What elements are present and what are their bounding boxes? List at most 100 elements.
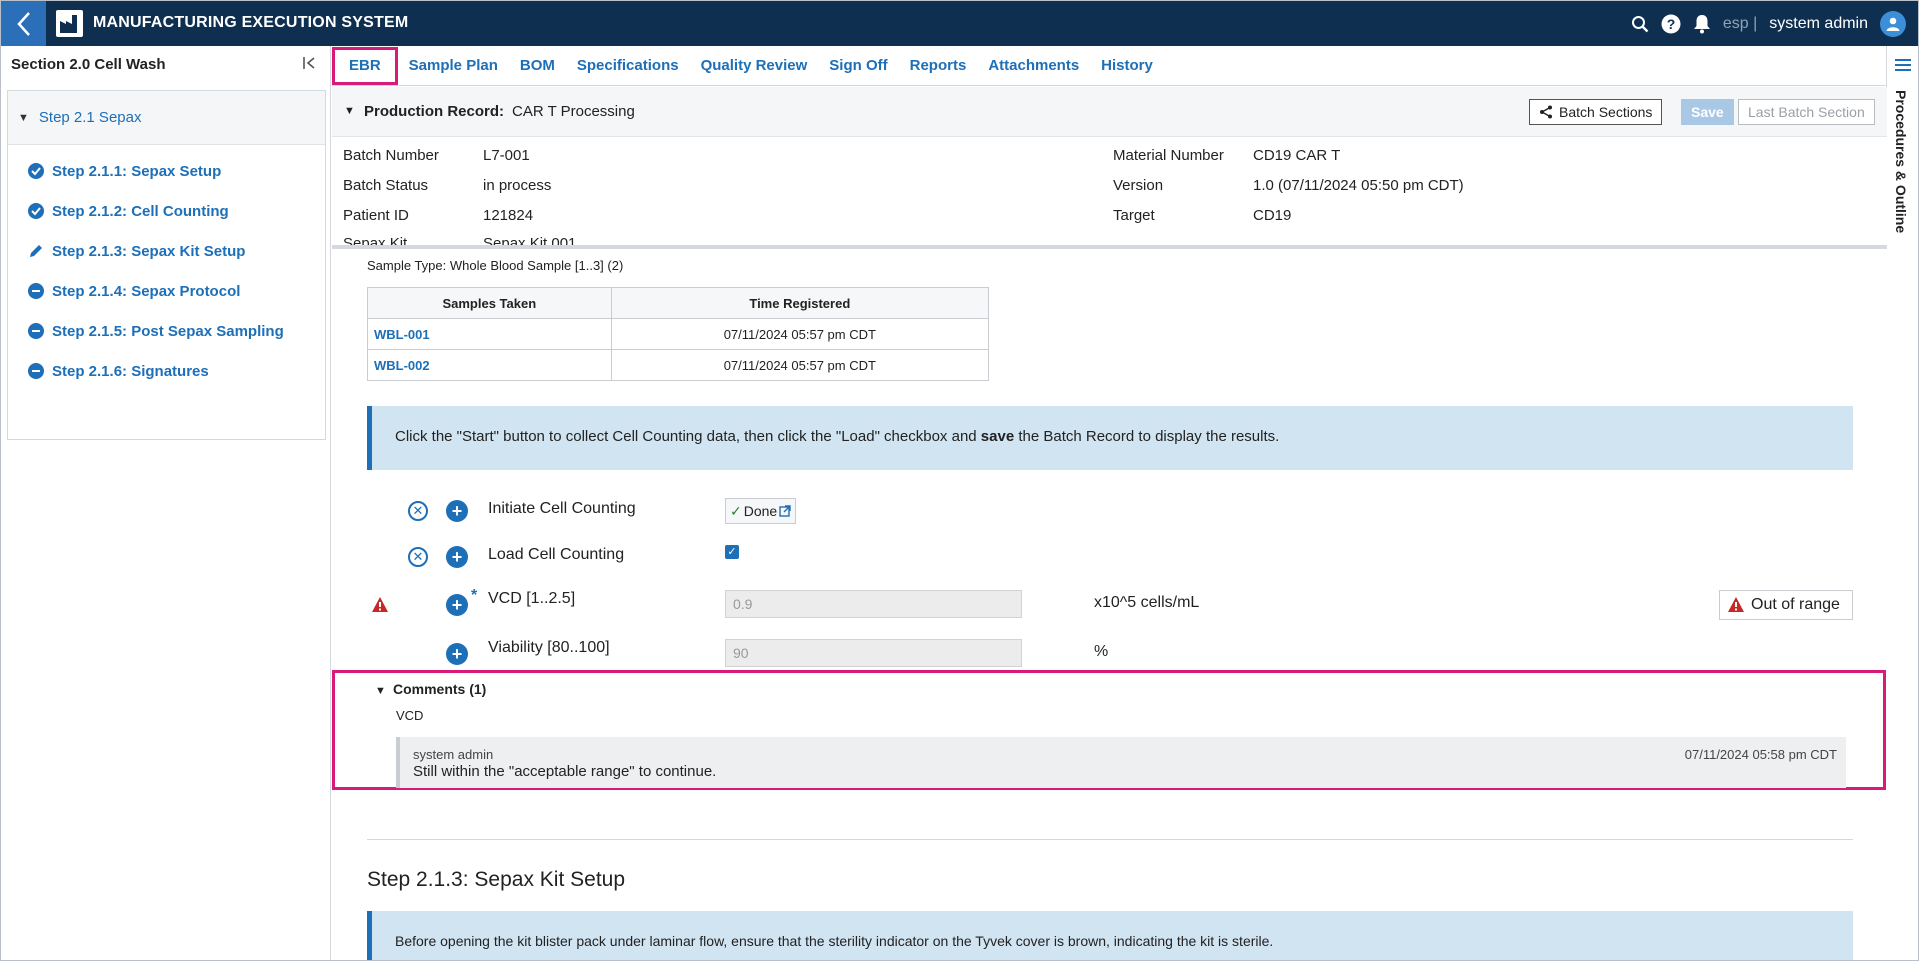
- warning-icon: [1728, 597, 1744, 612]
- collapse-left-icon: [303, 57, 315, 69]
- table-row: WBL-001 07/11/2024 05:57 pm CDT: [367, 318, 990, 350]
- environment-label: esp |: [1722, 14, 1758, 32]
- warning-icon: [372, 597, 388, 612]
- sidebar-item-label: Step 2.1.6: Signatures: [52, 362, 209, 380]
- outline-menu-icon[interactable]: [1895, 58, 1911, 72]
- add-comment-icon[interactable]: +: [446, 643, 468, 665]
- search-icon[interactable]: [1631, 15, 1649, 33]
- vcd-unit: x10^5 cells/mL: [1094, 594, 1200, 611]
- table-row: WBL-002 07/11/2024 05:57 pm CDT: [367, 349, 990, 381]
- app-title: MANUFACTURING EXECUTION SYSTEM: [93, 14, 409, 31]
- load-checkbox[interactable]: ✓: [725, 545, 739, 559]
- required-marker: *: [471, 587, 478, 604]
- tab-reports[interactable]: Reports: [899, 46, 978, 86]
- sidebar-item-step-2-1-2[interactable]: Step 2.1.2: Cell Counting: [8, 191, 325, 231]
- section-divider: [367, 839, 1853, 840]
- comments-panel: ▼ Comments (1) VCD system admin 07/11/20…: [332, 670, 1886, 790]
- batch-sections-button[interactable]: Batch Sections: [1529, 99, 1663, 125]
- main-content: ▼ Production Record: CAR T Processing Ba…: [332, 87, 1887, 960]
- field-label: Initiate Cell Counting: [488, 500, 636, 517]
- caret-down-icon[interactable]: ▼: [375, 685, 386, 697]
- check-circle-icon: [28, 203, 44, 219]
- step-tree: ▼ Step 2.1 Sepax Step 2.1.1: Sepax Setup…: [7, 90, 326, 440]
- out-of-range-label: Out of range: [1751, 596, 1840, 613]
- share-icon: [1540, 105, 1552, 119]
- minus-circle-icon: [28, 363, 44, 379]
- done-button[interactable]: ✓ Done: [725, 498, 797, 524]
- tab-ebr[interactable]: EBR: [332, 46, 398, 85]
- tab-sample-plan[interactable]: Sample Plan: [398, 46, 509, 86]
- out-of-range-button[interactable]: Out of range: [1719, 590, 1853, 620]
- notice-text: Click the "Start" button to collect Cell…: [395, 428, 981, 445]
- step-group-sepax[interactable]: ▼ Step 2.1 Sepax: [8, 91, 325, 145]
- save-button[interactable]: Save: [1681, 99, 1734, 125]
- tab-bom[interactable]: BOM: [509, 46, 566, 86]
- comment-card: system admin 07/11/2024 05:58 pm CDT Sti…: [396, 737, 1846, 788]
- sample-id-link[interactable]: WBL-002: [367, 349, 612, 381]
- batch-info-panel: Batch Number L7-001 Batch Status in proces…: [332, 137, 1887, 249]
- instruction-notice: Click the "Start" button to collect Cell…: [367, 406, 1853, 470]
- sidebar-item-label: Step 2.1.3: Sepax Kit Setup: [52, 242, 246, 260]
- svg-text:?: ?: [1667, 16, 1676, 32]
- back-button[interactable]: [1, 1, 46, 46]
- user-avatar-icon[interactable]: [1880, 10, 1906, 37]
- sample-id-link[interactable]: WBL-001: [367, 318, 612, 350]
- comment-time: 07/11/2024 05:58 pm CDT: [1684, 747, 1837, 762]
- clear-circle-icon[interactable]: ✕: [408, 501, 428, 521]
- sidebar-item-step-2-1-1[interactable]: Step 2.1.1: Sepax Setup: [8, 151, 325, 191]
- tab-sign-off[interactable]: Sign Off: [818, 46, 898, 86]
- field-load-cell-counting: ✕ + Load Cell Counting ✓: [332, 540, 1887, 580]
- tab-specifications[interactable]: Specifications: [566, 46, 690, 86]
- bell-icon[interactable]: [1693, 14, 1711, 34]
- check-icon: ✓: [730, 502, 742, 519]
- procedures-outline-label[interactable]: Procedures & Outline: [1893, 90, 1909, 233]
- viability-input[interactable]: 90: [725, 639, 1022, 667]
- tab-history[interactable]: History: [1090, 46, 1164, 86]
- sidebar-item-label: Step 2.1.2: Cell Counting: [52, 202, 229, 220]
- last-batch-section-button[interactable]: Last Batch Section: [1738, 99, 1875, 125]
- add-comment-icon[interactable]: +: [446, 500, 468, 522]
- tab-quality-review[interactable]: Quality Review: [690, 46, 819, 86]
- user-name[interactable]: system admin: [1769, 15, 1868, 33]
- sample-time: 07/11/2024 05:57 pm CDT: [610, 349, 990, 381]
- comments-title[interactable]: Comments (1): [393, 681, 486, 697]
- clear-circle-icon[interactable]: ✕: [408, 547, 428, 567]
- add-comment-icon[interactable]: +: [446, 594, 468, 616]
- sidebar-item-step-2-1-4[interactable]: Step 2.1.4: Sepax Protocol: [8, 271, 325, 311]
- table-header-row: Samples Taken Time Registered: [367, 287, 990, 319]
- sidebar-section-title: Section 2.0 Cell Wash: [11, 56, 166, 73]
- batch-sections-label: Batch Sections: [1559, 104, 1653, 120]
- caret-down-icon[interactable]: ▼: [344, 105, 355, 117]
- field-vcd: + * VCD [1..2.5] 0.9 x10^5 cells/mL Out …: [332, 587, 1887, 627]
- notice-bold-text: save: [980, 428, 1015, 445]
- right-rail: Procedures & Outline: [1886, 46, 1918, 960]
- production-record-label: Production Record:: [364, 103, 505, 120]
- field-initiate-cell-counting: ✕ + Initiate Cell Counting ✓ Done: [332, 495, 1887, 535]
- sidebar-item-step-2-1-3[interactable]: Step 2.1.3: Sepax Kit Setup: [8, 231, 325, 271]
- viability-unit: %: [1094, 643, 1109, 660]
- chevron-left-icon: [16, 11, 30, 36]
- add-comment-icon[interactable]: +: [446, 546, 468, 568]
- done-label: Done: [743, 503, 778, 519]
- check-circle-icon: [28, 163, 44, 179]
- samples-table: Samples Taken Time Registered WBL-001 07…: [367, 287, 990, 381]
- step-heading: Step 2.1.3: Sepax Kit Setup: [367, 868, 626, 891]
- sidebar-item-step-2-1-5[interactable]: Step 2.1.5: Post Sepax Sampling: [8, 311, 325, 351]
- collapse-sidebar-button[interactable]: [302, 55, 322, 75]
- column-header: Time Registered: [610, 287, 990, 319]
- sidebar-item-label: Step 2.1.4: Sepax Protocol: [52, 282, 241, 300]
- kit-setup-notice: Before opening the kit blister pack unde…: [367, 911, 1853, 960]
- production-record-bar: ▼ Production Record: CAR T Processing Ba…: [332, 87, 1887, 137]
- sidebar-item-step-2-1-6[interactable]: Step 2.1.6: Signatures: [8, 351, 325, 391]
- comment-author: system admin: [413, 747, 494, 762]
- help-icon[interactable]: ?: [1661, 14, 1681, 34]
- tab-attachments[interactable]: Attachments: [977, 46, 1090, 86]
- vcd-input[interactable]: 0.9: [725, 590, 1022, 618]
- field-label: VCD [1..2.5]: [488, 590, 576, 607]
- sidebar-item-label: Step 2.1.5: Post Sepax Sampling: [52, 322, 284, 340]
- comment-text: Still within the "acceptable range" to c…: [413, 763, 717, 780]
- sidebar: Section 2.0 Cell Wash ▼ Step 2.1 Sepax S…: [1, 46, 331, 960]
- sample-time: 07/11/2024 05:57 pm CDT: [610, 318, 990, 350]
- minus-circle-icon: [28, 323, 44, 339]
- caret-down-icon: ▼: [18, 111, 29, 124]
